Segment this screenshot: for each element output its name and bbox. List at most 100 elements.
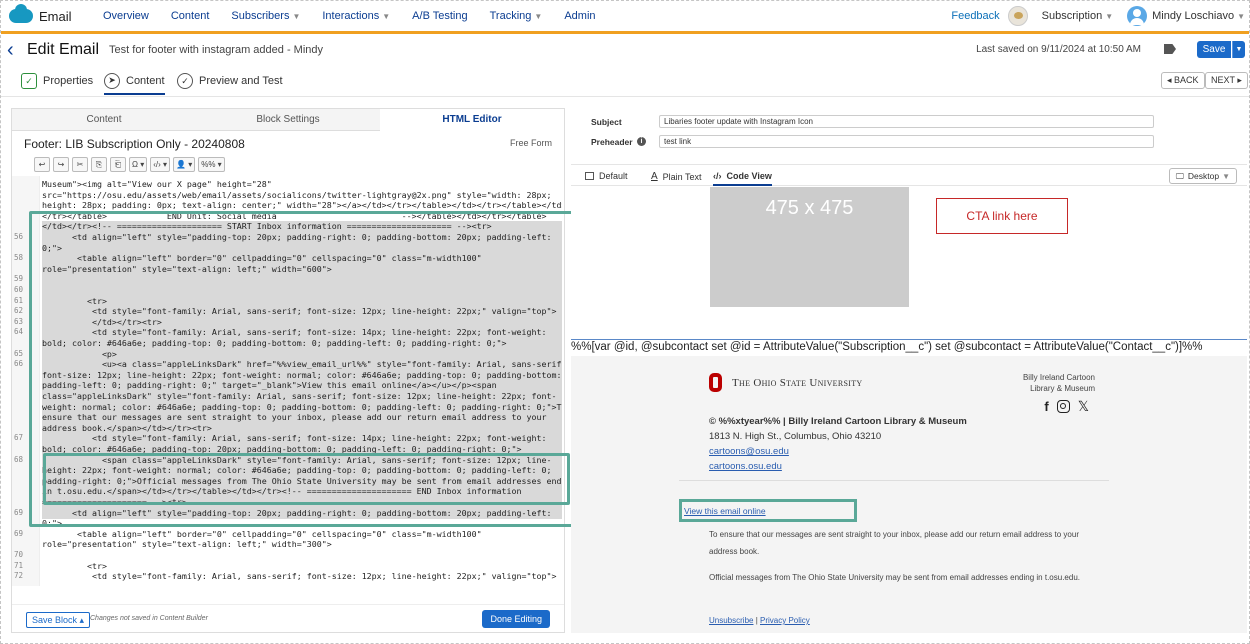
top-navigation: Email Overview Content Subscribers ▼ Inte… bbox=[1, 1, 1249, 34]
personalization-icon[interactable]: 👤 ▾ bbox=[173, 157, 196, 172]
user-menu[interactable]: Mindy Loschiavo ▼ bbox=[1152, 10, 1245, 22]
tab-default-label: Default bbox=[599, 171, 628, 181]
osu-name: The Ohio State University bbox=[732, 376, 863, 389]
nav-interactions[interactable]: Interactions ▼ bbox=[322, 10, 390, 22]
preheader-label: Preheader bbox=[591, 137, 633, 147]
website-link[interactable]: cartoons.osu.edu bbox=[709, 461, 782, 472]
last-saved-status: Last saved on 9/11/2024 at 10:50 AM bbox=[976, 44, 1141, 55]
code-line: height: 28px; padding: 0px; text-align: … bbox=[42, 200, 562, 211]
block-name: Footer: LIB Subscription Only - 20240808 bbox=[24, 137, 245, 151]
view-online-link[interactable]: View this email online bbox=[679, 499, 857, 522]
info-icon[interactable]: i bbox=[637, 137, 646, 146]
instagram-icon[interactable] bbox=[1056, 400, 1070, 413]
device-select[interactable]: 🖵 Desktop ▼ bbox=[1168, 168, 1237, 184]
properties-icon: ✓ bbox=[21, 73, 37, 89]
subscription-menu[interactable]: Subscription ▼ bbox=[1042, 10, 1113, 22]
title-bar: ‹ Edit Email Test for footer with instag… bbox=[1, 35, 1249, 65]
tab-content-label: Content bbox=[126, 74, 165, 87]
tab-block-settings[interactable]: Block Settings bbox=[196, 109, 380, 131]
highlight-box-view-online bbox=[43, 453, 570, 505]
library-line-1: Billy Ireland Cartoon bbox=[1022, 373, 1095, 382]
nav-tracking[interactable]: Tracking ▼ bbox=[490, 10, 543, 22]
tab-properties[interactable]: ✓ Properties bbox=[21, 71, 93, 91]
tab-properties-label: Properties bbox=[43, 75, 94, 87]
image-placeholder: 475 x 475 bbox=[710, 187, 909, 307]
unsaved-notice: Changes not saved in Content Builder bbox=[90, 615, 208, 622]
block-type: Free Form bbox=[509, 138, 552, 148]
mode-tabs: ✓ Properties ➤ Content ✓ Preview and Tes… bbox=[1, 65, 1249, 97]
feedback-link[interactable]: Feedback bbox=[951, 10, 999, 22]
email-name: Test for footer with instagram added - M… bbox=[109, 44, 324, 56]
nav-overview[interactable]: Overview bbox=[103, 10, 149, 22]
subject-input[interactable]: Libaries footer update with Instagram Ic… bbox=[659, 115, 1154, 128]
copyright-line: © %%xtyear%% | Billy Ireland Cartoon Lib… bbox=[709, 416, 967, 427]
done-editing-button[interactable]: Done Editing bbox=[482, 610, 550, 628]
nav-admin[interactable]: Admin bbox=[564, 10, 595, 22]
code-line: Museum"><img alt="View our X page" heigh… bbox=[42, 179, 272, 189]
tab-html-editor[interactable]: HTML Editor bbox=[380, 109, 564, 131]
nav-interactions-label: Interactions bbox=[322, 10, 380, 22]
special-char-icon[interactable]: Ω ▾ bbox=[129, 157, 148, 172]
nav-subscribers[interactable]: Subscribers ▼ bbox=[231, 10, 300, 22]
back-button[interactable]: ◂ BACK bbox=[1161, 72, 1205, 89]
chevron-down-icon: ▼ bbox=[292, 12, 301, 21]
nav-content[interactable]: Content bbox=[171, 10, 210, 22]
mascot-icon[interactable] bbox=[1007, 6, 1028, 26]
footer-links: Unsubscribe | Privacy Policy bbox=[709, 616, 810, 625]
copy-icon[interactable]: ⎘ bbox=[91, 157, 107, 172]
cut-icon[interactable]: ✂ bbox=[72, 157, 88, 172]
cloud-logo-icon bbox=[9, 4, 33, 23]
undo-icon[interactable]: ↩ bbox=[34, 157, 50, 172]
facebook-icon[interactable]: f bbox=[1044, 399, 1048, 414]
nav-tracking-label: Tracking bbox=[489, 10, 532, 22]
check-circle-icon: ✓ bbox=[177, 73, 193, 89]
preview-panel: Subject Libaries footer update with Inst… bbox=[571, 108, 1247, 633]
ampscript-icon[interactable]: %% ▾ bbox=[198, 157, 225, 172]
text-icon: A bbox=[651, 171, 658, 182]
unsubscribe-link[interactable]: Unsubscribe bbox=[709, 616, 753, 625]
line-number: 69 bbox=[14, 528, 24, 538]
save-button[interactable]: Save bbox=[1197, 41, 1231, 58]
paste-icon[interactable]: ⎗ bbox=[110, 157, 126, 172]
line-number: 71 bbox=[14, 560, 24, 570]
next-button[interactable]: NEXT ▸ bbox=[1205, 72, 1248, 89]
tag-icon[interactable] bbox=[1164, 44, 1176, 54]
ensure-message: To ensure that our messages are sent str… bbox=[709, 530, 1079, 556]
tab-plain-text-label: Plain Text bbox=[662, 171, 702, 182]
page-title: Edit Email bbox=[27, 41, 100, 58]
nav-subscribers-label: Subscribers bbox=[231, 10, 290, 22]
monitor-icon: 🖵 bbox=[1175, 170, 1184, 181]
tab-code-view[interactable]: ‹/› Code View bbox=[713, 171, 772, 186]
library-name: Billy Ireland Cartoon Library & Museum bbox=[1023, 372, 1095, 394]
back-chevron-icon[interactable]: ‹ bbox=[7, 39, 21, 62]
address-line: 1813 N. High St., Columbus, Ohio 43210 bbox=[709, 431, 882, 442]
save-dropdown-icon[interactable]: ▼ bbox=[1232, 41, 1245, 58]
cursor-icon: ➤ bbox=[104, 72, 120, 89]
tab-content-editor[interactable]: Content bbox=[12, 109, 196, 131]
x-twitter-icon[interactable]: 𝕏 bbox=[1078, 398, 1089, 415]
editor-footer: Save Block ▴ Changes not saved in Conten… bbox=[12, 604, 564, 632]
osu-logo: The Ohio State University bbox=[709, 373, 863, 392]
chevron-down-icon: ▼ bbox=[1105, 12, 1114, 21]
email-link[interactable]: cartoons@osu.edu bbox=[709, 446, 789, 457]
email-brand[interactable]: Email bbox=[9, 4, 81, 24]
code-snippet-icon[interactable]: ‹/› ▾ bbox=[150, 157, 171, 172]
avatar[interactable] bbox=[1127, 6, 1148, 26]
email-footer: The Ohio State University Billy Ireland … bbox=[571, 356, 1247, 633]
tab-default[interactable]: Default bbox=[585, 171, 628, 181]
user-name: Mindy Loschiavo bbox=[1152, 10, 1235, 22]
code-line: <tr> bbox=[42, 560, 107, 571]
subscription-label: Subscription bbox=[1041, 10, 1103, 22]
cta-link-box[interactable]: CTA link here bbox=[936, 198, 1068, 234]
privacy-policy-link[interactable]: Privacy Policy bbox=[760, 616, 810, 625]
tab-plain-text[interactable]: A Plain Text bbox=[651, 171, 702, 182]
tab-preview-test[interactable]: ✓ Preview and Test bbox=[177, 71, 283, 91]
ampscript-line: %%[var @id, @subcontact set @id = Attrib… bbox=[571, 339, 1247, 353]
redo-icon[interactable]: ↪ bbox=[53, 157, 69, 172]
preheader-input[interactable]: test link bbox=[659, 135, 1154, 148]
nav-ab-testing[interactable]: A/B Testing bbox=[412, 10, 467, 22]
code-line: src="https://osu.edu/assets/web/email/as… bbox=[42, 189, 552, 200]
save-block-button[interactable]: Save Block ▴ bbox=[26, 612, 91, 628]
device-label: Desktop bbox=[1187, 171, 1220, 181]
tab-content[interactable]: ➤ Content bbox=[104, 71, 165, 95]
